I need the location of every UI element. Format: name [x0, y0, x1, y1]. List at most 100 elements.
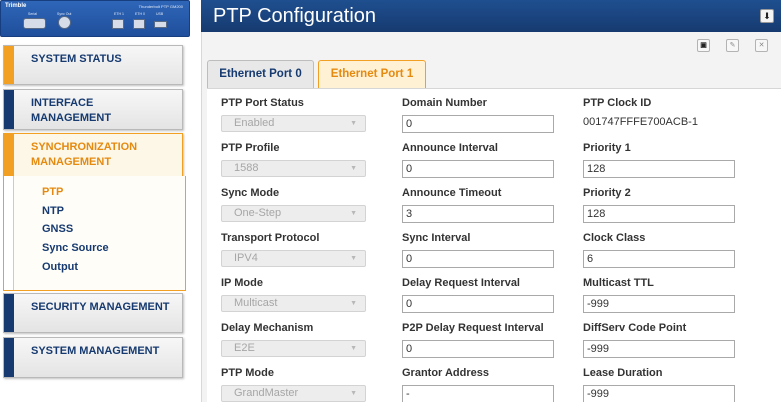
field-label: Domain Number — [402, 97, 487, 109]
nav-synchronization-management[interactable]: SYNCHRONIZATION MANAGEMENT — [3, 133, 183, 177]
sync-interval-input[interactable] — [402, 250, 554, 268]
priority-1-input[interactable] — [583, 160, 735, 178]
field-label: Clock Class — [583, 232, 646, 244]
tab-ethernet-port-0[interactable]: Ethernet Port 0 — [207, 60, 314, 89]
field-label: Priority 1 — [583, 142, 631, 154]
grantor-address-input[interactable] — [402, 385, 554, 402]
chevron-down-icon: ▼ — [350, 390, 357, 397]
select-value: GrandMaster — [234, 387, 299, 399]
select-value: E2E — [234, 342, 255, 354]
nav-interface-management[interactable]: INTERFACE MANAGEMENT — [3, 89, 183, 130]
select-value: 1588 — [234, 162, 259, 174]
device-model: Thunderbolt PTP GM200 — [138, 4, 183, 9]
delay-request-interval-input[interactable] — [402, 295, 554, 313]
nav-accent — [4, 46, 14, 84]
form-area: PTP Port Status Enabled ▼ PTP Profile 15… — [207, 88, 781, 402]
port-label-serial: Serial — [28, 12, 37, 16]
sync-out-port-icon — [58, 16, 71, 29]
sync-mode-select[interactable]: One-Step ▼ — [221, 205, 366, 222]
nav-system-management[interactable]: SYSTEM MANAGEMENT — [3, 337, 183, 378]
field-label: Announce Timeout — [402, 187, 502, 199]
port-label-usb: USB — [156, 12, 164, 16]
select-value: Enabled — [234, 117, 275, 129]
nav-accent — [4, 90, 14, 129]
field-label: Delay Mechanism — [221, 322, 314, 334]
port-label-eth1: ETH 1 — [114, 12, 124, 16]
clock-class-input[interactable] — [583, 250, 735, 268]
nav-label: SYNCHRONIZATION MANAGEMENT — [31, 141, 138, 168]
select-value: IPV4 — [234, 252, 258, 264]
field-label: Delay Request Interval — [402, 277, 520, 289]
submenu-ntp[interactable]: NTP — [42, 205, 64, 217]
eth1-port-icon — [112, 19, 124, 29]
field-label: PTP Profile — [221, 142, 280, 154]
submenu-sync-source[interactable]: Sync Source — [42, 242, 109, 254]
multicast-ttl-input[interactable] — [583, 295, 735, 313]
field-label: Transport Protocol — [221, 232, 320, 244]
field-label: IP Mode — [221, 277, 263, 289]
transport-protocol-select[interactable]: IPV4 ▼ — [221, 250, 366, 267]
nav-accent — [4, 338, 14, 377]
field-label: PTP Clock ID — [583, 97, 652, 109]
chevron-down-icon: ▼ — [350, 345, 357, 352]
chevron-down-icon: ▼ — [350, 210, 357, 217]
select-value: One-Step — [234, 207, 282, 219]
page-title: PTP Configuration — [213, 5, 377, 27]
nav-accent — [4, 134, 14, 176]
announce-timeout-input[interactable] — [402, 205, 554, 223]
serial-port-icon — [23, 18, 46, 29]
ptp-clock-id-value: 001747FFFE700ACB-1 — [583, 116, 698, 128]
port-label-eth0: ETH 0 — [135, 12, 145, 16]
eth0-port-icon — [133, 19, 145, 29]
ip-mode-select[interactable]: Multicast ▼ — [221, 295, 366, 312]
field-label: PTP Port Status — [221, 97, 304, 109]
field-label: Lease Duration — [583, 367, 663, 379]
field-label: Announce Interval — [402, 142, 498, 154]
chevron-down-icon: ▼ — [350, 165, 357, 172]
field-label: PTP Mode — [221, 367, 274, 379]
field-label: Grantor Address — [402, 367, 490, 379]
wrench-icon: ✎ — [729, 42, 736, 49]
field-label: Sync Mode — [221, 187, 280, 199]
nav-label: SYSTEM STATUS — [31, 53, 122, 65]
domain-number-input[interactable] — [402, 115, 554, 133]
close-icon: ✕ — [758, 42, 765, 49]
diffserv-code-point-input[interactable] — [583, 340, 735, 358]
p2p-delay-request-interval-input[interactable] — [402, 340, 554, 358]
field-label: Priority 2 — [583, 187, 631, 199]
priority-2-input[interactable] — [583, 205, 735, 223]
sync-submenu: PTP NTP GNSS Sync Source Output — [3, 176, 186, 291]
lease-duration-input[interactable] — [583, 385, 735, 402]
nav-security-management[interactable]: SECURITY MANAGEMENT — [3, 293, 183, 333]
close-button[interactable]: ✕ — [755, 39, 768, 52]
field-label: Multicast TTL — [583, 277, 654, 289]
brand-logo: Trimble — [5, 3, 27, 9]
submenu-gnss[interactable]: GNSS — [42, 223, 73, 235]
submenu-output[interactable]: Output — [42, 261, 78, 273]
edit-button[interactable]: ✎ — [726, 39, 739, 52]
announce-interval-input[interactable] — [402, 160, 554, 178]
ptp-profile-select[interactable]: 1588 ▼ — [221, 160, 366, 177]
field-label: Sync Interval — [402, 232, 471, 244]
chevron-down-icon: ▼ — [350, 300, 357, 307]
tab-ethernet-port-1[interactable]: Ethernet Port 1 — [318, 60, 426, 89]
select-value: Multicast — [234, 297, 278, 309]
ptp-mode-select[interactable]: GrandMaster ▼ — [221, 385, 366, 402]
page-header: PTP Configuration ⬇ — [201, 0, 781, 32]
submenu-ptp[interactable]: PTP — [42, 186, 63, 198]
nav-label: INTERFACE MANAGEMENT — [31, 97, 112, 124]
settings-button[interactable]: ▣ — [697, 39, 710, 52]
download-icon: ⬇ — [763, 11, 771, 21]
download-button[interactable]: ⬇ — [760, 9, 774, 23]
field-label: DiffServ Code Point — [583, 322, 687, 334]
delay-mechanism-select[interactable]: E2E ▼ — [221, 340, 366, 357]
nav-accent — [4, 294, 14, 332]
nav-system-status[interactable]: SYSTEM STATUS — [3, 45, 183, 85]
device-banner: Trimble Thunderbolt PTP GM200 Serial Syn… — [0, 0, 190, 37]
gear-icon: ▣ — [700, 42, 707, 49]
chevron-down-icon: ▼ — [350, 255, 357, 262]
chevron-down-icon: ▼ — [350, 120, 357, 127]
nav-label: SECURITY MANAGEMENT — [31, 301, 170, 313]
ptp-port-status-select[interactable]: Enabled ▼ — [221, 115, 366, 132]
submenu-accent — [4, 176, 14, 290]
